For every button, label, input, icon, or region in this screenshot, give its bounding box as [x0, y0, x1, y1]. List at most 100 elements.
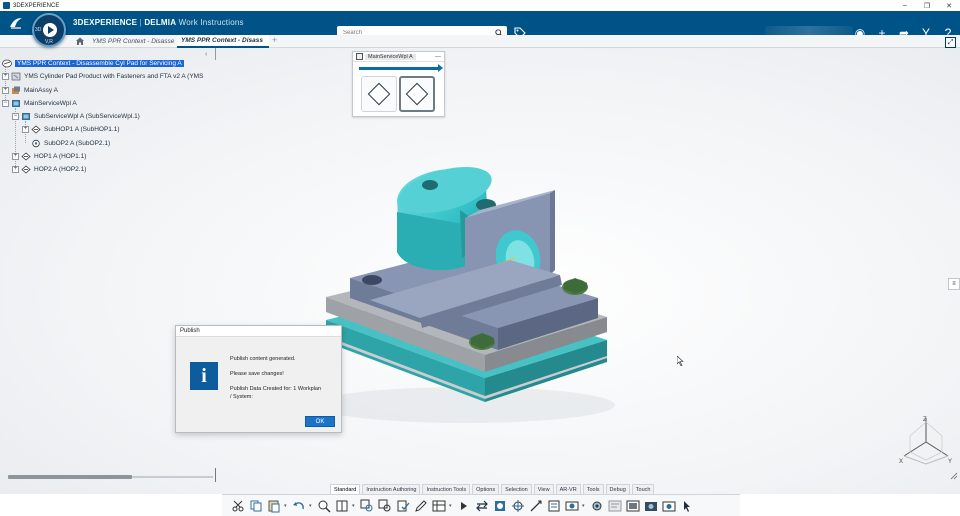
- play-icon[interactable]: [456, 498, 471, 513]
- tree-node-hop1[interactable]: + HOP1 A (HOP1.1): [12, 150, 86, 162]
- expand-toggle[interactable]: −: [2, 99, 9, 107]
- dropdown-icon[interactable]: ▾: [309, 503, 313, 509]
- action-tab-instruction-tools[interactable]: Instruction Tools: [422, 484, 471, 494]
- action-tab-touch[interactable]: Touch: [631, 484, 655, 494]
- workplan-icon: [12, 99, 20, 107]
- minimize-panel-icon[interactable]: —: [435, 54, 441, 60]
- tree-node-subservicewpl[interactable]: − SubServiceWpl A (SubServiceWpl.1): [12, 110, 140, 122]
- top-bar: 3DEXPERIENCE | DELMIA Work Instructions …: [0, 11, 960, 40]
- dropdown-icon[interactable]: ▾: [582, 503, 586, 509]
- restore-button[interactable]: ❐: [916, 0, 938, 11]
- undo-icon[interactable]: [291, 498, 306, 513]
- expand-toggle[interactable]: −: [12, 112, 19, 120]
- os-title-bar: 3DEXPERIENCE – ❐ ✕: [0, 0, 960, 11]
- tree-node-mainassy[interactable]: + MainAssy A: [2, 84, 58, 96]
- resize-grip-icon[interactable]: [950, 472, 958, 480]
- dialog-message-4: / System:: [230, 394, 253, 400]
- dropdown-icon[interactable]: ▾: [449, 503, 453, 509]
- expand-toggle[interactable]: +: [12, 152, 19, 160]
- expand-toggle[interactable]: +: [12, 165, 19, 173]
- tree-icon[interactable]: [607, 498, 622, 513]
- action-tab-view[interactable]: View: [533, 484, 554, 494]
- compass-icon[interactable]: [528, 498, 543, 513]
- pointer-icon[interactable]: [679, 498, 694, 513]
- play-icon: [43, 23, 57, 37]
- close-window-button[interactable]: ✕: [938, 0, 960, 11]
- workplan-icon: [22, 112, 30, 120]
- operation-icon: [367, 82, 391, 106]
- minimize-button[interactable]: –: [894, 0, 916, 11]
- app-icon: [3, 2, 10, 9]
- expand-toggle[interactable]: +: [2, 72, 9, 80]
- manipulate-icon[interactable]: [510, 498, 525, 513]
- add-tab-button[interactable]: +: [272, 35, 277, 45]
- expand-toggle[interactable]: +: [22, 125, 29, 133]
- action-tab-instruction-authoring[interactable]: Instruction Authoring: [362, 484, 421, 494]
- orientation-triad[interactable]: Z X Y: [896, 412, 956, 470]
- part-model[interactable]: [300, 150, 620, 425]
- dialog-title: Publish: [176, 326, 341, 337]
- compass-button[interactable]: 3D V,R: [32, 13, 66, 47]
- action-tab-options[interactable]: Options: [472, 484, 500, 494]
- timeline-thumb[interactable]: [8, 475, 132, 479]
- cut-icon[interactable]: [230, 498, 245, 513]
- tree-node-product[interactable]: + YMS Cylinder Pad Product with Fastener…: [2, 70, 203, 82]
- tree-node-label: SubHOP1 A (SubHOP1.1): [44, 125, 120, 133]
- workplan-step-1[interactable]: [361, 76, 397, 112]
- sheet-icon[interactable]: [546, 498, 561, 513]
- dialog-message-2: Please save changes!: [230, 371, 284, 377]
- publish-dialog: Publish i Publish content generated. Ple…: [175, 325, 342, 433]
- link-icon[interactable]: [492, 498, 507, 513]
- screenshot-icon[interactable]: [625, 498, 640, 513]
- tree-node-subhop1[interactable]: + SubHOP1 A (SubHOP1.1): [22, 123, 120, 135]
- copy-icon[interactable]: [248, 498, 263, 513]
- camera2-icon[interactable]: [661, 498, 676, 513]
- tree-node-label: SubOP2 A (SubOP2.1): [44, 139, 111, 147]
- action-tab-debug[interactable]: Debug: [605, 484, 630, 494]
- tree-node-mainservicewpl[interactable]: − MainServiceWpl A: [2, 97, 77, 109]
- capture-icon[interactable]: [564, 498, 579, 513]
- fullscreen-button[interactable]: ⤢: [945, 37, 956, 48]
- book-icon[interactable]: [334, 498, 349, 513]
- dropdown-icon[interactable]: ▾: [284, 503, 288, 509]
- workplan-icon: [356, 53, 363, 60]
- operation-icon: [405, 82, 429, 106]
- tree-divider: [215, 48, 216, 60]
- tab-ppr-context-1[interactable]: YMS PPR Context - Disasse: [88, 35, 177, 48]
- camera-icon[interactable]: [643, 498, 658, 513]
- table-icon[interactable]: [431, 498, 446, 513]
- operation-icon: [31, 124, 41, 134]
- home-icon[interactable]: [75, 36, 85, 46]
- tree-collapse-icon[interactable]: ‹: [205, 51, 207, 58]
- operation-icon: [21, 151, 31, 161]
- edit-icon[interactable]: [413, 498, 428, 513]
- workplan-step-2[interactable]: [399, 76, 435, 112]
- action-bar-tabs: Standard Instruction Authoring Instructi…: [330, 484, 655, 494]
- tree-node-root[interactable]: YMS PPR Context - Disassemble Cyl Pad fo…: [2, 57, 184, 69]
- tree-node-label: YMS Cylinder Pad Product with Fasteners …: [24, 72, 204, 80]
- dropdown-icon[interactable]: ▾: [352, 503, 356, 509]
- action-tab-standard[interactable]: Standard: [330, 484, 361, 494]
- triad-z-label: Z: [923, 417, 927, 423]
- product-icon: [11, 72, 21, 80]
- measure-icon[interactable]: [359, 498, 374, 513]
- paste-icon[interactable]: [266, 498, 281, 513]
- workplan-panel: MainServiceWpl A —: [352, 51, 445, 117]
- triad-y-label: Y: [948, 459, 952, 465]
- side-panel-toggle[interactable]: ≡: [948, 278, 960, 290]
- zoom-icon[interactable]: [316, 498, 331, 513]
- expand-toggle[interactable]: +: [2, 86, 9, 94]
- measure2-icon[interactable]: [377, 498, 392, 513]
- ds-logo-icon[interactable]: [8, 15, 24, 31]
- tree-node-hop2[interactable]: + HOP2 A (HOP2.1): [12, 163, 86, 175]
- tab-ppr-context-2[interactable]: YMS PPR Context - Disass: [177, 35, 269, 48]
- action-tab-ar-vr[interactable]: AR-VR: [555, 484, 581, 494]
- swap-icon[interactable]: [474, 498, 489, 513]
- ok-button[interactable]: OK: [305, 416, 335, 427]
- check-icon[interactable]: [395, 498, 410, 513]
- tree-node-subop2[interactable]: SubOP2 A (SubOP2.1): [31, 137, 110, 149]
- brand-title: 3DEXPERIENCE | DELMIA Work Instructions: [73, 18, 244, 27]
- mechanism-icon[interactable]: [589, 498, 604, 513]
- action-tab-selection[interactable]: Selection: [501, 484, 532, 494]
- action-tab-tools[interactable]: Tools: [582, 484, 604, 494]
